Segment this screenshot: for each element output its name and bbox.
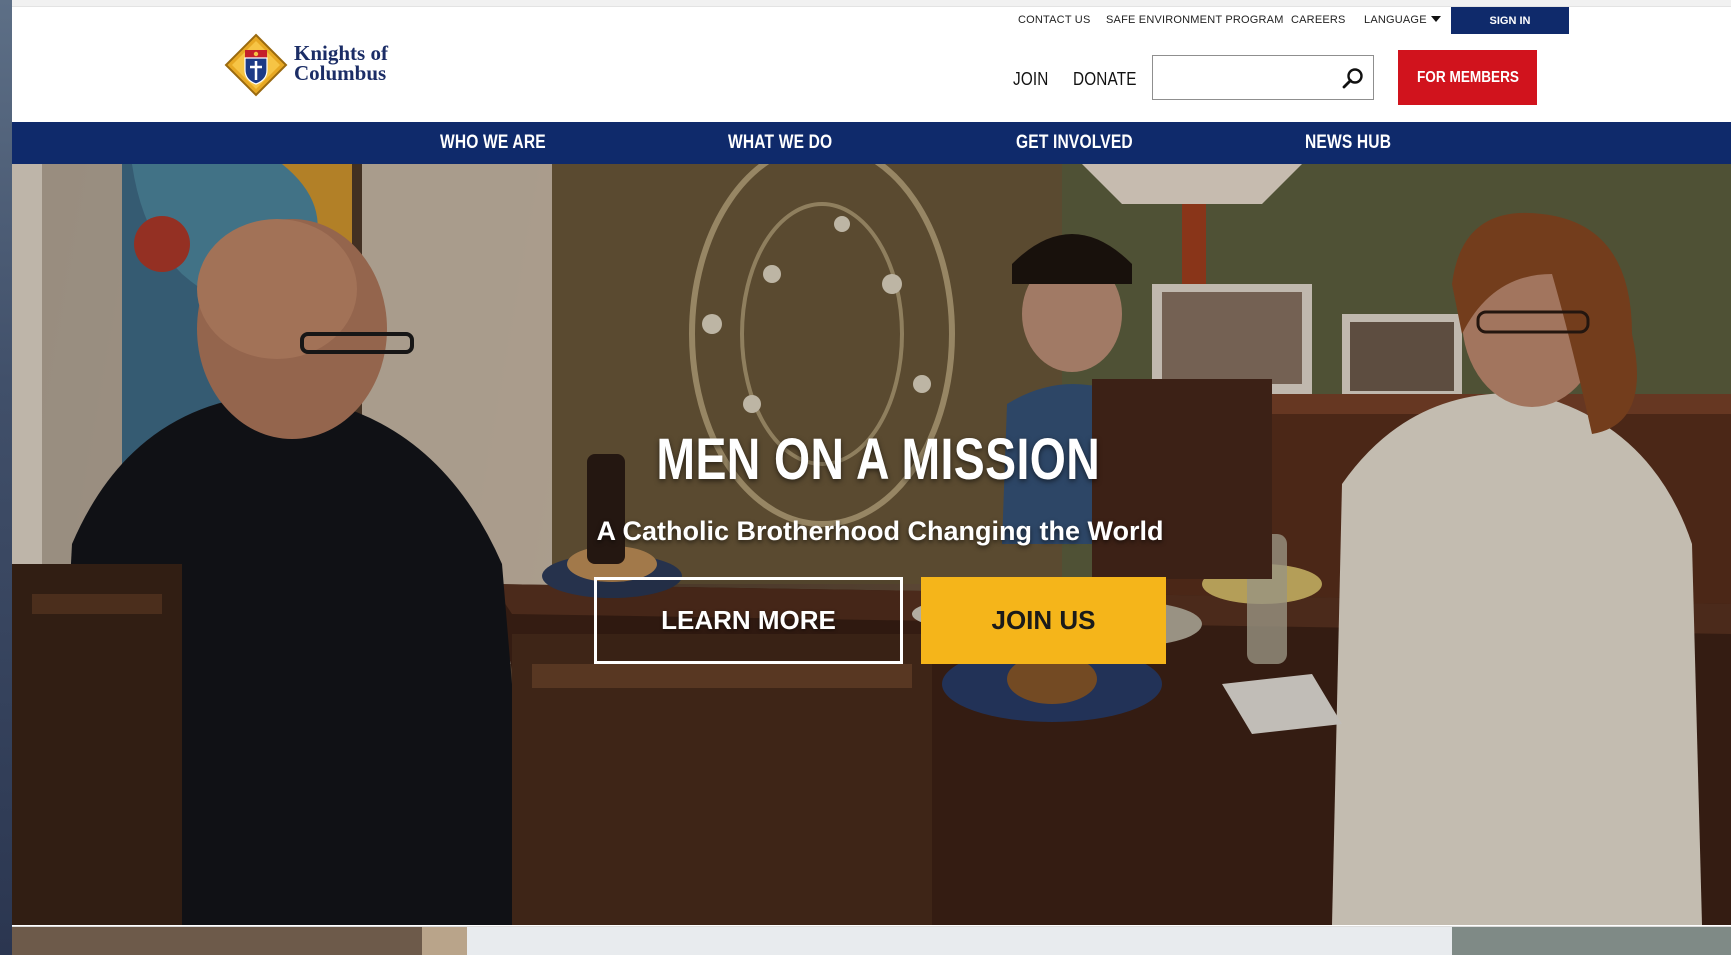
donate-link[interactable]: DONATE [1073, 69, 1137, 90]
for-members-label: FOR MEMBERS [1416, 68, 1519, 86]
logo-line1: Knights of [294, 41, 388, 65]
safe-environment-link[interactable]: SAFE ENVIRONMENT PROGRAM [1106, 14, 1284, 26]
for-members-button[interactable]: FOR MEMBERS [1398, 50, 1537, 105]
hero-subtitle: A Catholic Brotherhood Changing the Worl… [596, 516, 1164, 546]
logo[interactable]: Knights of Columbus [224, 33, 414, 97]
careers-link[interactable]: CAREERS [1291, 14, 1346, 26]
nav-get-involved[interactable]: GET INVOLVED [1016, 122, 1133, 164]
preview-image-1 [12, 927, 422, 955]
search-box [1152, 55, 1374, 100]
kofc-emblem-icon [224, 33, 288, 97]
next-section-preview [12, 926, 1731, 955]
main-nav: WHO WE ARE WHAT WE DO GET INVOLVED NEWS … [12, 122, 1731, 164]
sign-in-button[interactable]: SIGN IN [1451, 7, 1569, 34]
nav-what-we-do[interactable]: WHAT WE DO [728, 122, 832, 164]
nav-news-hub[interactable]: NEWS HUB [1305, 122, 1391, 164]
language-label: LANGUAGE [1364, 14, 1427, 26]
caret-down-icon [1430, 16, 1441, 22]
preview-image-3 [467, 927, 1467, 955]
preview-image-2 [422, 927, 467, 955]
preview-image-4 [1452, 927, 1731, 955]
page: CONTACT US SAFE ENVIRONMENT PROGRAM CARE… [12, 0, 1731, 955]
top-rule [12, 0, 1731, 7]
search-input[interactable] [1153, 56, 1333, 99]
join-link[interactable]: JOIN [1013, 69, 1049, 90]
hero-banner: MEN ON A MISSION A Catholic Brotherhood … [12, 164, 1731, 925]
contact-us-link[interactable]: CONTACT US [1018, 14, 1091, 26]
logo-line2: Columbus [294, 61, 387, 85]
join-us-button[interactable]: JOIN US [921, 577, 1166, 664]
nav-who-we-are[interactable]: WHO WE ARE [440, 122, 546, 164]
language-dropdown[interactable]: LANGUAGE [1364, 14, 1441, 26]
logo-wordmark: Knights of Columbus [294, 41, 388, 85]
search-icon[interactable] [1341, 66, 1365, 90]
hero-title: MEN ON A MISSION [656, 427, 1101, 492]
learn-more-button[interactable]: LEARN MORE [594, 577, 903, 664]
